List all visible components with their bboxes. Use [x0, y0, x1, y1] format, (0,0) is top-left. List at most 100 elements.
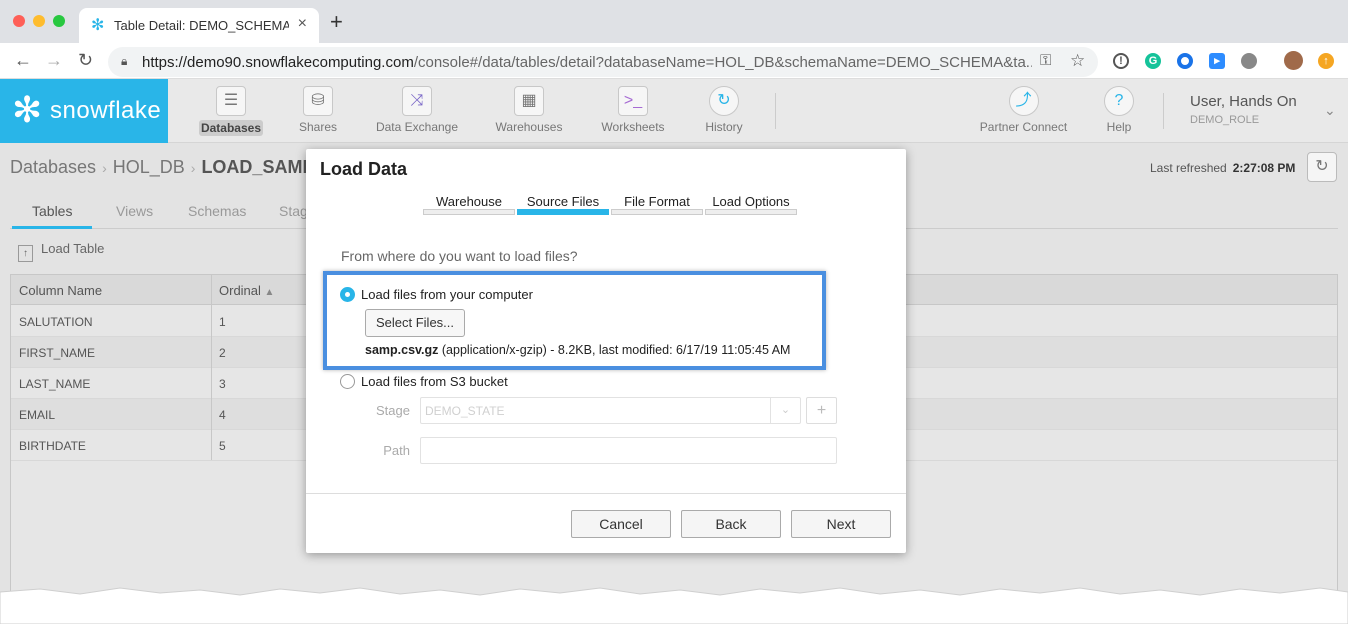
torn-edge	[0, 587, 1348, 624]
dialog-title: Load Data	[320, 159, 408, 179]
back-button[interactable]: Back	[681, 510, 781, 538]
radio-load-from-s3[interactable]	[340, 374, 355, 389]
refresh-button[interactable]: ↻	[1307, 152, 1337, 182]
database-icon: ☰	[216, 86, 246, 116]
header-divider	[775, 93, 776, 129]
source-question: From where do you want to load files?	[341, 248, 578, 264]
chevron-right-icon: ›	[190, 160, 196, 176]
address-bar[interactable]: 🔒︎ https://demo90.snowflakecomputing.com…	[108, 47, 1098, 77]
plus-icon: +	[816, 402, 827, 419]
load-table-button[interactable]: ↑ Load Table	[18, 241, 104, 262]
nav-shares[interactable]: ⛁ Shares	[283, 79, 353, 143]
history-icon: ↻	[709, 86, 739, 116]
terminal-icon: >_	[618, 86, 648, 116]
nav-partner-connect[interactable]: ⤴ Partner Connect	[976, 79, 1071, 143]
shares-icon: ⛁	[303, 86, 333, 116]
partner-connect-icon: ⤴	[1008, 86, 1039, 116]
nav-label: Partner Connect	[979, 120, 1068, 134]
dialog-footer-divider	[306, 493, 906, 494]
select-files-button[interactable]: Select Files...	[365, 309, 465, 337]
user-role: DEMO_ROLE	[1190, 114, 1260, 126]
logo-text: snowflake	[50, 97, 162, 124]
breadcrumb: Databases › HOL_DB › LOAD_SAMP	[10, 157, 314, 178]
zoom-extension-icon[interactable]: ▸	[1209, 53, 1225, 69]
last-refreshed: Last refreshed 2:27:08 PM	[1150, 161, 1296, 175]
browser-tab-strip: ✻ Table Detail: DEMO_SCHEMA.L × +	[0, 0, 1348, 44]
refresh-icon: ↻	[1315, 158, 1329, 175]
snowflake-logo[interactable]: ✻ snowflake	[0, 79, 168, 143]
close-tab-icon[interactable]: ×	[298, 15, 307, 33]
update-extension-icon[interactable]: ↑	[1318, 53, 1334, 69]
path-label: Path	[383, 443, 410, 458]
selected-file-info: samp.csv.gz (application/x-gzip) - 8.2KB…	[365, 343, 791, 357]
forward-arrow-icon[interactable]: →	[45, 50, 63, 70]
new-tab-button[interactable]: +	[330, 11, 343, 33]
back-arrow-icon[interactable]: ←	[14, 50, 32, 70]
warehouse-grid-icon: ▦	[514, 86, 544, 116]
column-divider	[211, 275, 212, 460]
help-icon: ?	[1104, 86, 1134, 116]
add-stage-button[interactable]: +	[806, 397, 837, 424]
ring-extension-icon[interactable]	[1177, 53, 1193, 69]
upload-icon: ↑	[18, 245, 33, 262]
breadcrumb-table: LOAD_SAMP	[201, 157, 315, 177]
nav-worksheets[interactable]: >_ Worksheets	[596, 79, 670, 143]
reload-icon[interactable]: ↻	[78, 50, 93, 70]
maximize-window-button[interactable]	[53, 15, 65, 27]
header-divider	[1163, 93, 1164, 129]
user-menu[interactable]: User, Hands On DEMO_ROLE	[1190, 93, 1297, 126]
tab-stages[interactable]: Stag	[279, 203, 308, 219]
screen: ✻ Table Detail: DEMO_SCHEMA.L × + ← → ↻ …	[0, 0, 1348, 624]
tab-views[interactable]: Views	[116, 203, 153, 219]
column-header-ordinal[interactable]: Ordinal ▲	[219, 283, 274, 298]
chevron-down-icon[interactable]: ⌄	[1324, 102, 1336, 119]
password-extension-icon[interactable]: !	[1113, 53, 1129, 69]
step-load-options[interactable]: Load Options	[705, 194, 797, 216]
next-button[interactable]: Next	[791, 510, 891, 538]
breadcrumb-databases[interactable]: Databases	[10, 157, 96, 177]
tab-schemas[interactable]: Schemas	[188, 203, 246, 219]
close-window-button[interactable]	[13, 15, 25, 27]
load-data-dialog: Load Data Warehouse Source Files File Fo…	[306, 149, 906, 553]
nav-label: Warehouses	[495, 120, 563, 134]
user-name: User, Hands On	[1190, 93, 1297, 110]
lock-icon: 🔒︎	[121, 54, 128, 68]
snowflake-favicon-icon: ✻	[91, 17, 105, 34]
url-text: https://demo90.snowflakecomputing.com/co…	[142, 54, 1032, 71]
nav-data-exchange[interactable]: ⤨ Data Exchange	[372, 79, 462, 143]
stage-label: Stage	[376, 403, 410, 418]
chevron-right-icon: ›	[102, 160, 107, 176]
nav-label: Help	[1106, 120, 1132, 134]
snowflake-icon: ✻	[12, 89, 43, 130]
key-icon[interactable]: ⚿	[1040, 52, 1051, 69]
circle-extension-icon[interactable]	[1241, 53, 1257, 69]
step-file-format[interactable]: File Format	[611, 194, 703, 216]
path-input[interactable]	[420, 437, 837, 464]
nav-label: Shares	[298, 120, 338, 134]
option-label-computer[interactable]: Load files from your computer	[361, 287, 533, 302]
nav-label: History	[705, 120, 743, 134]
active-tab-indicator	[12, 226, 92, 229]
nav-warehouses[interactable]: ▦ Warehouses	[490, 79, 568, 143]
cancel-button[interactable]: Cancel	[571, 510, 671, 538]
avatar[interactable]	[1284, 51, 1303, 70]
radio-load-from-computer[interactable]	[340, 287, 355, 302]
minimize-window-button[interactable]	[33, 15, 45, 27]
step-source-files[interactable]: Source Files	[517, 194, 609, 216]
nav-help[interactable]: ? Help	[1096, 79, 1142, 143]
nav-history[interactable]: ↻ History	[696, 79, 752, 143]
breadcrumb-db[interactable]: HOL_DB	[113, 157, 185, 177]
tab-tables[interactable]: Tables	[32, 203, 72, 219]
bookmark-star-icon[interactable]: ☆	[1070, 51, 1085, 71]
browser-tab[interactable]: ✻ Table Detail: DEMO_SCHEMA.L ×	[79, 8, 319, 44]
nav-databases[interactable]: ☰ Databases	[195, 79, 267, 143]
step-warehouse[interactable]: Warehouse	[423, 194, 515, 216]
tab-title: Table Detail: DEMO_SCHEMA.L	[114, 18, 289, 33]
nav-label: Worksheets	[601, 120, 665, 134]
stage-select[interactable]: DEMO_STATE ⌄	[420, 397, 801, 424]
column-header-name[interactable]: Column Name	[19, 283, 102, 298]
shuffle-icon: ⤨	[402, 86, 432, 116]
app-header: ✻ snowflake ☰ Databases ⛁ Shares ⤨ Data …	[0, 79, 1348, 143]
grammarly-extension-icon[interactable]: G	[1145, 53, 1161, 69]
option-label-s3[interactable]: Load files from S3 bucket	[361, 374, 508, 389]
